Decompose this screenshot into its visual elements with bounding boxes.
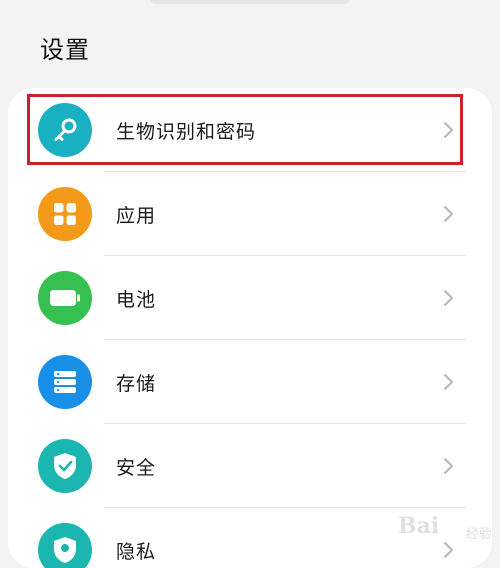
top-remnant [0,0,500,8]
chevron-right-icon [444,458,453,474]
settings-item-label: 电池 [116,289,157,311]
search-bar-remnant[interactable] [150,0,350,4]
settings-item-label: 存储 [116,373,157,395]
watermark-text: Bai [398,513,440,539]
settings-item-battery[interactable]: 电池 [8,256,492,340]
key-icon [38,103,92,157]
settings-list: 生物识别和密码 应用 电池 存储 安全 隐私 [8,88,492,568]
settings-item-biometrics[interactable]: 生物识别和密码 [8,88,492,172]
settings-item-apps[interactable]: 应用 [8,172,492,256]
chevron-right-icon [444,122,453,138]
settings-item-label: 安全 [116,457,157,479]
chevron-right-icon [444,206,453,222]
storage-icon [38,355,92,409]
settings-item-storage[interactable]: 存储 [8,340,492,424]
chevron-right-icon [444,290,453,306]
privacy-icon [38,523,92,568]
watermark-sub: 经验 [465,527,492,542]
settings-item-label: 应用 [116,205,157,227]
apps-grid-icon [38,187,92,241]
settings-item-security[interactable]: 安全 [8,424,492,508]
chevron-right-icon [444,374,453,390]
settings-item-label: 生物识别和密码 [116,121,257,143]
shield-check-icon [38,439,92,493]
battery-icon [38,271,92,325]
baidu-watermark: Bai 经验 [398,505,494,547]
settings-item-label: 隐私 [116,541,157,563]
page-title: 设置 [40,36,90,64]
